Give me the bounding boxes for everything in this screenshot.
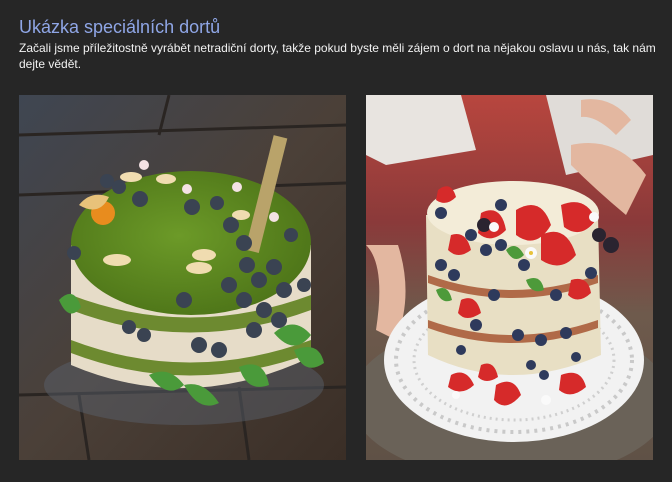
berry-naked-cake-photo [366, 95, 653, 460]
spinach-cake-photo [19, 95, 346, 460]
page-title: Ukázka speciálních dortů [19, 17, 221, 37]
page-description: Začali jsme příležitostně vyrábět netrad… [19, 41, 656, 71]
